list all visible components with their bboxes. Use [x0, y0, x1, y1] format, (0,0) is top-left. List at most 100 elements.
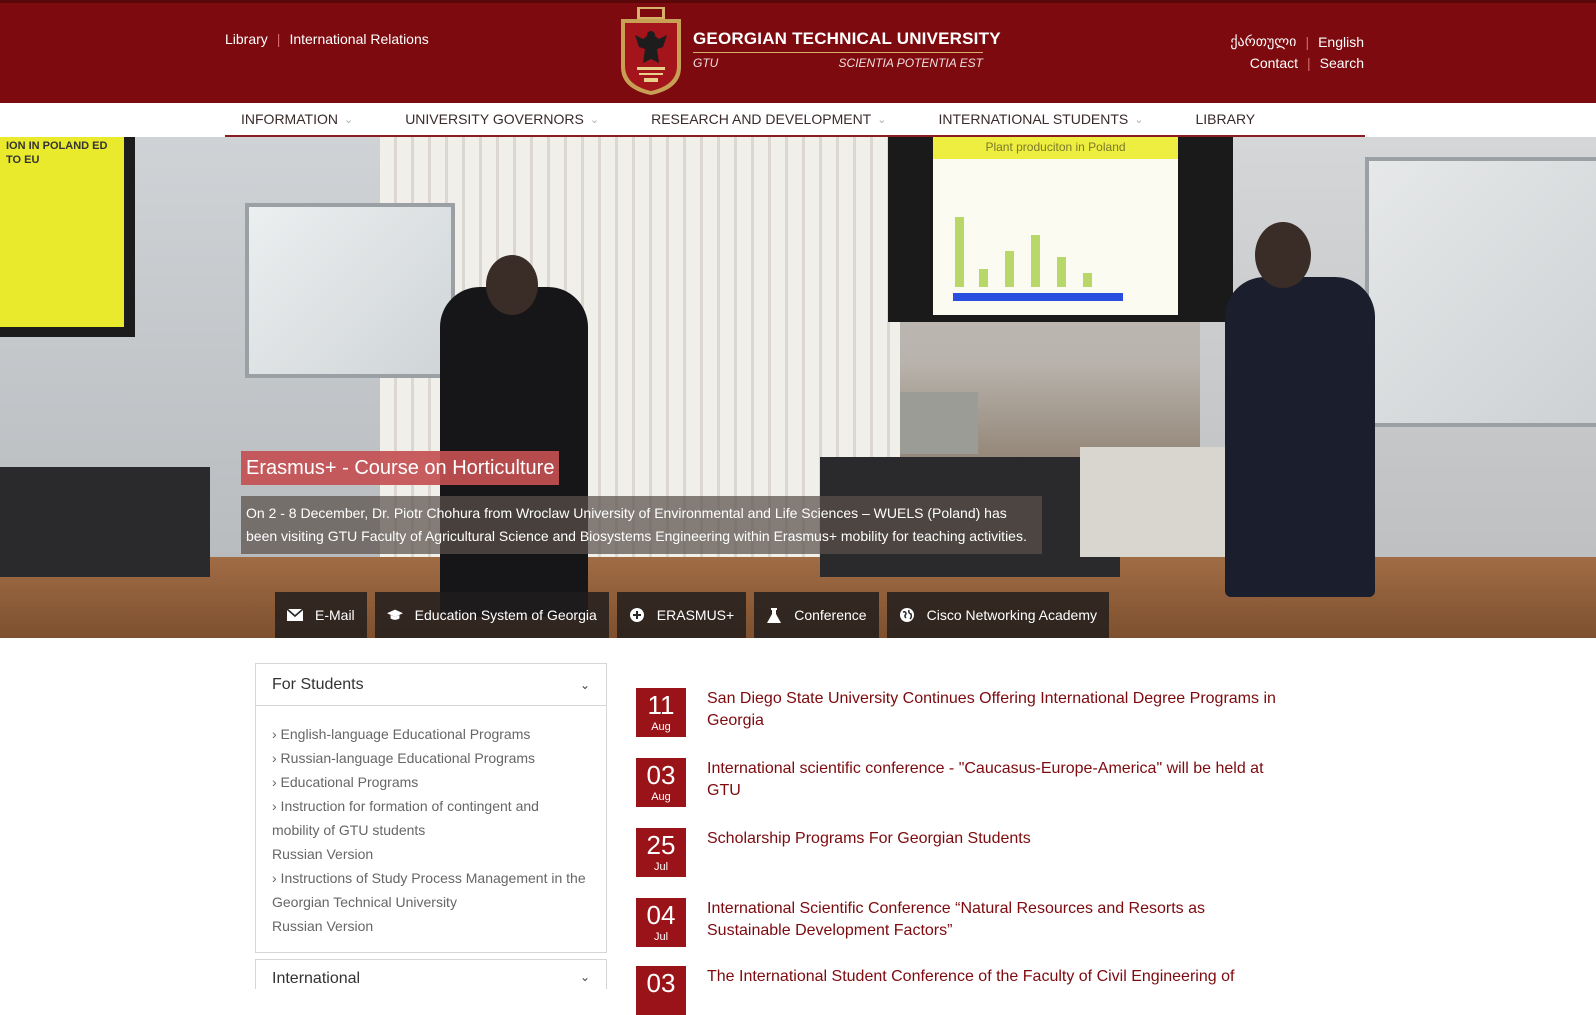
quick-link-label: E-Mail [315, 607, 355, 623]
news-month: Aug [651, 721, 671, 733]
envelope-icon [287, 607, 303, 623]
nav-item-label: UNIVERSITY GOVERNORS [405, 111, 584, 127]
news-date-badge: 11 Aug [636, 688, 686, 737]
news-title-link[interactable]: International Scientific Conference “Nat… [707, 898, 1287, 942]
photo-laptop [900, 392, 978, 454]
language-georgian[interactable]: ქართული [1230, 33, 1296, 50]
top-right-links: ქართული | English Contact | Search [1230, 31, 1364, 73]
sidebar-link-study-process[interactable]: › Instructions of Study Process Manageme… [272, 870, 586, 910]
nav-item-university-governors[interactable]: UNIVERSITY GOVERNORS ⌄ [405, 111, 599, 127]
library-link[interactable]: Library [225, 31, 268, 47]
news-day: 25 [646, 830, 676, 860]
news-month: Jul [653, 931, 669, 943]
main-navigation: INFORMATION ⌄ UNIVERSITY GOVERNORS ⌄ RES… [225, 103, 1365, 137]
sidebar-link-contingent-mobility[interactable]: › Instruction for formation of contingen… [272, 798, 539, 838]
nav-item-information[interactable]: INFORMATION ⌄ [241, 111, 353, 127]
photo-person-head [1255, 222, 1311, 288]
quick-link-cisco[interactable]: Cisco Networking Academy [886, 592, 1109, 638]
sidebar-link-russian-version[interactable]: Russian Version [272, 846, 373, 862]
photo-right-screen-text: Plant produciton in Poland [933, 137, 1178, 159]
sidebar-link-english-programs[interactable]: › English-language Educational Programs [272, 726, 530, 742]
brand-subline: GTU SCIENTIA POTENTIA EST [693, 56, 983, 70]
separator: | [1307, 54, 1311, 71]
news-day: 11 [647, 690, 675, 720]
university-crest-icon [621, 7, 681, 95]
nav-item-label: INTERNATIONAL STUDENTS [938, 111, 1129, 127]
photo-whiteboard [1365, 157, 1596, 427]
accordion-international: International ⌄ [255, 959, 607, 989]
brand-name: GEORGIAN TECHNICAL UNIVERSITY [693, 29, 1001, 48]
nav-item-library[interactable]: LIBRARY [1195, 111, 1255, 127]
nav-item-label: RESEARCH AND DEVELOPMENT [651, 111, 872, 127]
search-link[interactable]: Search [1320, 55, 1364, 71]
graduation-cap-icon [386, 607, 403, 623]
quick-link-email[interactable]: E-Mail [275, 592, 367, 638]
news-day: 03 [646, 760, 676, 790]
slide-title[interactable]: Erasmus+ - Course on Horticulture [241, 451, 560, 485]
brand-motto: SCIENTIA POTENTIA EST [838, 56, 983, 70]
plus-circle-icon [629, 607, 645, 623]
sidebar-link-russian-programs[interactable]: › Russian-language Educational Programs [272, 750, 535, 766]
news-month: Aug [651, 791, 671, 803]
accordion-title: International [272, 970, 361, 987]
brand-divider [693, 52, 983, 53]
chevron-down-icon: ⌄ [589, 113, 600, 126]
news-date-badge: 03 [636, 966, 686, 1015]
news-date-badge: 03 Aug [636, 758, 686, 807]
sidebar-link-russian-version[interactable]: Russian Version [272, 918, 373, 934]
chevron-down-icon: ⌄ [343, 113, 354, 126]
news-title-link[interactable]: San Diego State University Continues Off… [707, 688, 1287, 732]
photo-left-screen: ION IN POLAND ED TO EU [0, 137, 135, 337]
separator: | [1305, 33, 1310, 50]
news-day: 03 [646, 968, 676, 998]
photo-person-head [486, 255, 538, 315]
international-relations-link[interactable]: International Relations [289, 31, 428, 47]
news-day: 04 [646, 900, 676, 930]
chevron-down-icon: ⌄ [1134, 113, 1144, 126]
globe-icon [899, 607, 915, 623]
photo-left-screen-text: ION IN POLAND ED TO EU [6, 140, 108, 166]
quick-link-label: Conference [794, 607, 867, 623]
photo-whiteboard [245, 203, 455, 378]
nav-item-label: INFORMATION [241, 111, 338, 127]
site-header: Library | International Relations GEORGI… [0, 0, 1596, 103]
news-date-badge: 25 Jul [636, 828, 686, 877]
news-title-link[interactable]: Scholarship Programs For Georgian Studen… [707, 828, 1287, 850]
brand-text: GEORGIAN TECHNICAL UNIVERSITY GTU SCIENT… [693, 29, 1001, 70]
accordion-for-students: For Students ⌄ › English-language Educat… [255, 663, 607, 953]
accordion-title: For Students [272, 675, 364, 693]
university-logo[interactable]: GEORGIAN TECHNICAL UNIVERSITY GTU SCIENT… [617, 5, 1001, 97]
slide-description: On 2 - 8 December, Dr. Piotr Chohura fro… [241, 496, 1042, 554]
quick-link-erasmus[interactable]: ERASMUS+ [616, 592, 747, 638]
brand-short: GTU [693, 56, 719, 70]
news-title-link[interactable]: International scientific conference - "C… [707, 758, 1287, 802]
quick-link-label: ERASMUS+ [656, 607, 735, 623]
quick-links-bar: E-Mail Education System of Georgia ERASM… [275, 592, 1117, 638]
accordion-body: › English-language Educational Programs … [256, 706, 606, 952]
flask-icon [766, 607, 782, 623]
quick-link-conference[interactable]: Conference [754, 592, 879, 638]
news-month: Jul [653, 861, 669, 873]
nav-item-label: LIBRARY [1195, 111, 1256, 127]
photo-desk [0, 467, 210, 577]
sidebar-link-educational-programs[interactable]: › Educational Programs [272, 774, 418, 790]
accordion-header[interactable]: International ⌄ [256, 960, 606, 1000]
separator: | [276, 31, 281, 47]
quick-link-label: Cisco Networking Academy [926, 607, 1097, 623]
chevron-down-icon: ⌄ [877, 113, 887, 126]
news-title-link[interactable]: The International Student Conference of … [707, 966, 1287, 988]
hero-slider[interactable]: ION IN POLAND ED TO EU Plant produciton … [0, 137, 1596, 638]
news-date-badge: 04 Jul [636, 898, 686, 947]
photo-right-screen: Plant produciton in Poland [888, 137, 1233, 322]
photo-person [1225, 277, 1375, 597]
contact-link[interactable]: Contact [1250, 55, 1298, 71]
nav-item-international-students[interactable]: INTERNATIONAL STUDENTS ⌄ [938, 111, 1143, 127]
chevron-down-icon: ⌄ [579, 970, 590, 984]
quick-link-label: Education System of Georgia [414, 607, 597, 623]
language-english[interactable]: English [1318, 34, 1364, 50]
quick-link-education-system[interactable]: Education System of Georgia [374, 592, 609, 638]
top-left-links: Library | International Relations [225, 31, 429, 47]
accordion-header[interactable]: For Students ⌄ [256, 664, 606, 706]
chevron-down-icon: ⌄ [579, 677, 590, 692]
nav-item-research-and-development[interactable]: RESEARCH AND DEVELOPMENT ⌄ [651, 111, 886, 127]
